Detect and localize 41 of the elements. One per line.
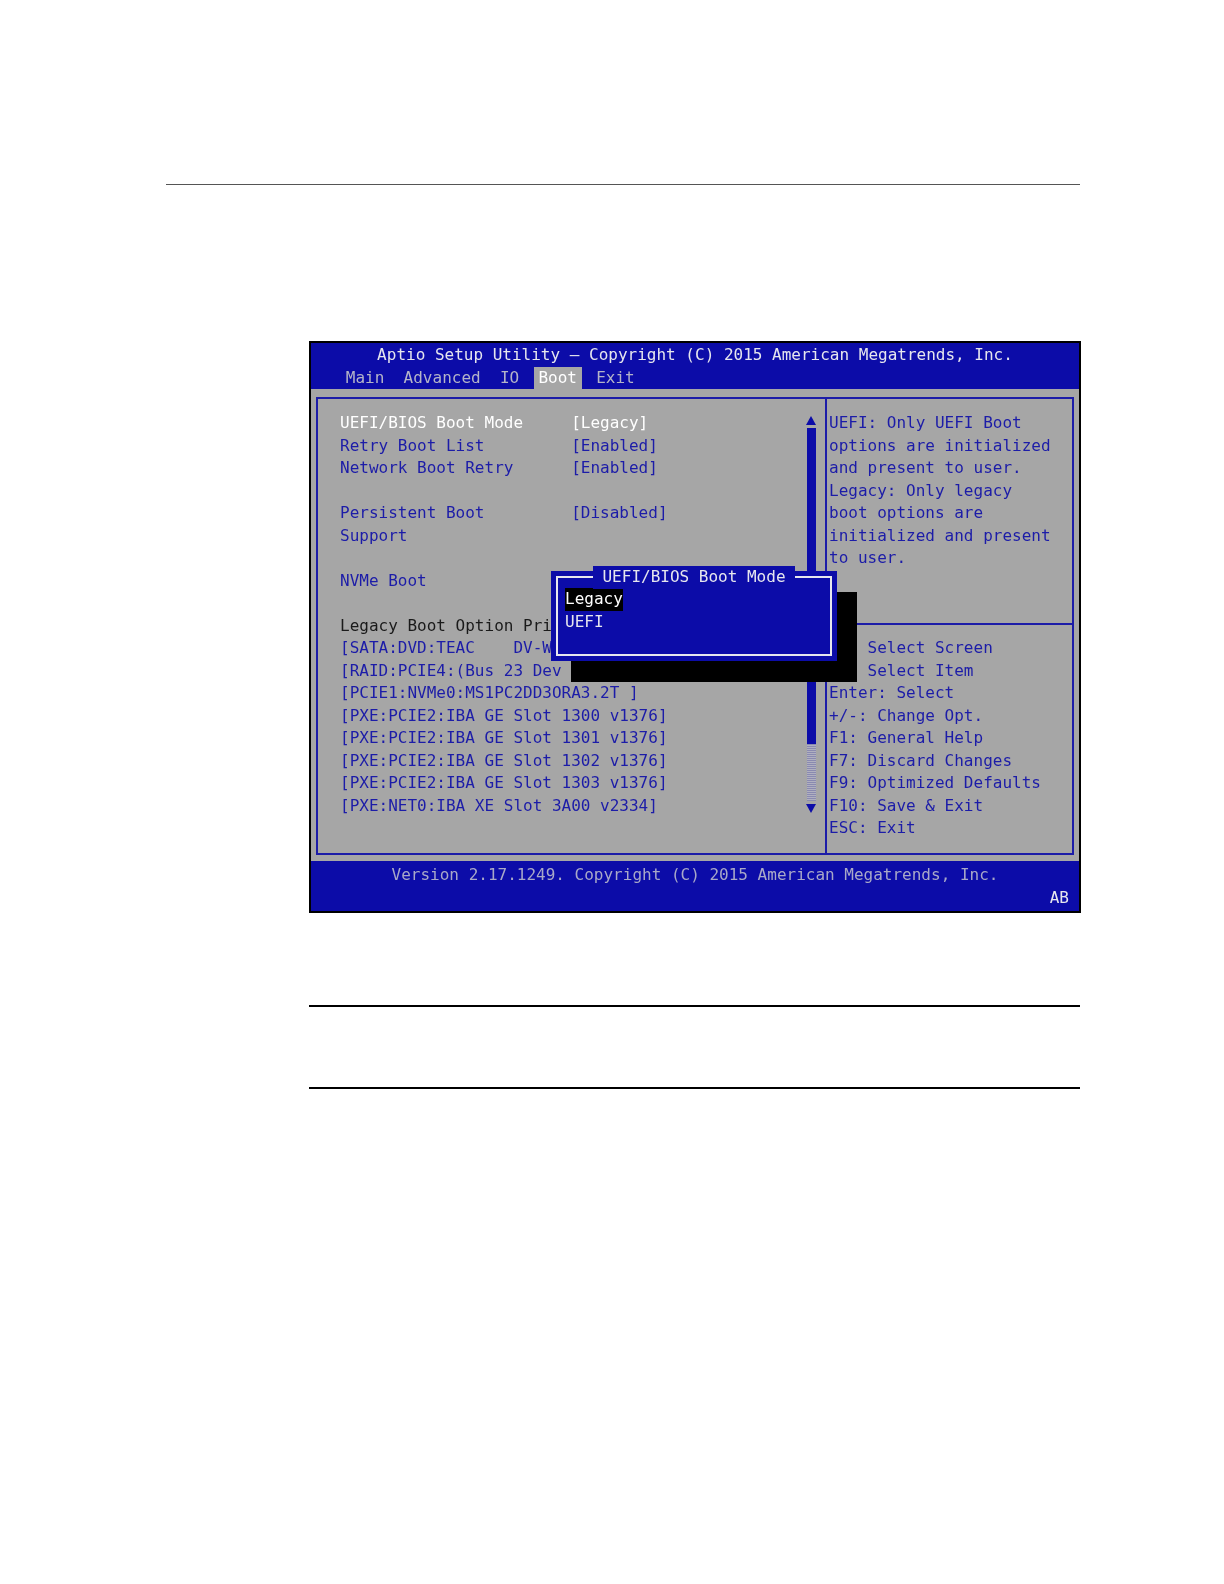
- boot-option[interactable]: [PXE:NET0:IBA XE Slot 3A00 v2334]: [340, 794, 658, 817]
- popup-option[interactable]: Legacy: [565, 588, 623, 611]
- boot-option[interactable]: [PXE:PCIE2:IBA GE Slot 1303 v1376]: [340, 772, 668, 795]
- setting-label[interactable]: Retry Boot List: [340, 434, 533, 457]
- key-hint: F1: General Help: [829, 727, 984, 749]
- setup-title: Aptio Setup Utility – Copyright (C) 2015 American Megatrends, Inc.: [377, 344, 1013, 366]
- help-text: UEFI: Only UEFI Boot options are initialized and present to user. Legacy: Only legacy boot options are initialized and present to user.: [829, 412, 1052, 569]
- scroll-down-icon[interactable]: [806, 804, 816, 813]
- setting-label[interactable]: NVMe Boot: [340, 569, 533, 592]
- setting-value[interactable]: [Disabled]: [571, 502, 668, 547]
- key-hint: ESC: Exit: [829, 817, 916, 839]
- key-hint: F7: Discard Changes: [829, 749, 1013, 772]
- boot-option[interactable]: [PXE:PCIE2:IBA GE Slot 1302 v1376]: [340, 749, 668, 772]
- setting-value[interactable]: [Enabled]: [571, 434, 658, 457]
- status-text: AB: [1049, 886, 1069, 909]
- menu-tab[interactable]: Main: [341, 366, 390, 389]
- setting-value[interactable]: [Enabled]: [571, 457, 658, 480]
- menu-tab[interactable]: Advanced: [398, 366, 486, 389]
- section-heading: Legacy Boot Option Pri: [340, 614, 552, 637]
- version-text: Version 2.17.1249. Copyright (C) 2015 American Megatrends, Inc.: [391, 864, 999, 886]
- setting-label[interactable]: UEFI/BIOS Boot Mode: [340, 412, 533, 435]
- key-hint: Select Screen: [867, 637, 993, 659]
- popup-title: UEFI/BIOS Boot Mode: [592, 566, 796, 589]
- key-hint: F9: Optimized Defaults: [829, 772, 1041, 794]
- setting-value[interactable]: [Legacy]: [571, 412, 649, 435]
- key-hint: Select Item: [867, 659, 974, 682]
- boot-option[interactable]: [PXE:PCIE2:IBA GE Slot 1301 v1376]: [340, 727, 668, 750]
- key-hint: F10: Save & Exit: [829, 794, 984, 817]
- boot-option[interactable]: [PCIE1:NVMe0:MS1PC2DD3ORA3.2T ]: [340, 682, 639, 705]
- key-hint: +/-: Change Opt.: [829, 704, 984, 727]
- setting-label[interactable]: Network Boot Retry: [340, 457, 533, 480]
- boot-option[interactable]: [SATA:DVD:TEAC DV-W: [340, 637, 552, 660]
- key-hint: Enter: Select: [829, 682, 955, 704]
- menu-tab[interactable]: IO: [495, 366, 524, 389]
- setting-label[interactable]: Persistent Boot Support: [340, 502, 533, 547]
- menu-tab[interactable]: Exit: [591, 366, 640, 389]
- boot-option[interactable]: [PXE:PCIE2:IBA GE Slot 1300 v1376]: [340, 704, 668, 727]
- popup-option[interactable]: UEFI: [565, 610, 604, 633]
- boot-option[interactable]: [RAID:PCIE4:(Bus 23 Dev: [340, 659, 562, 682]
- scroll-up-icon[interactable]: [806, 416, 816, 425]
- menu-tab[interactable]: Boot: [533, 366, 582, 389]
